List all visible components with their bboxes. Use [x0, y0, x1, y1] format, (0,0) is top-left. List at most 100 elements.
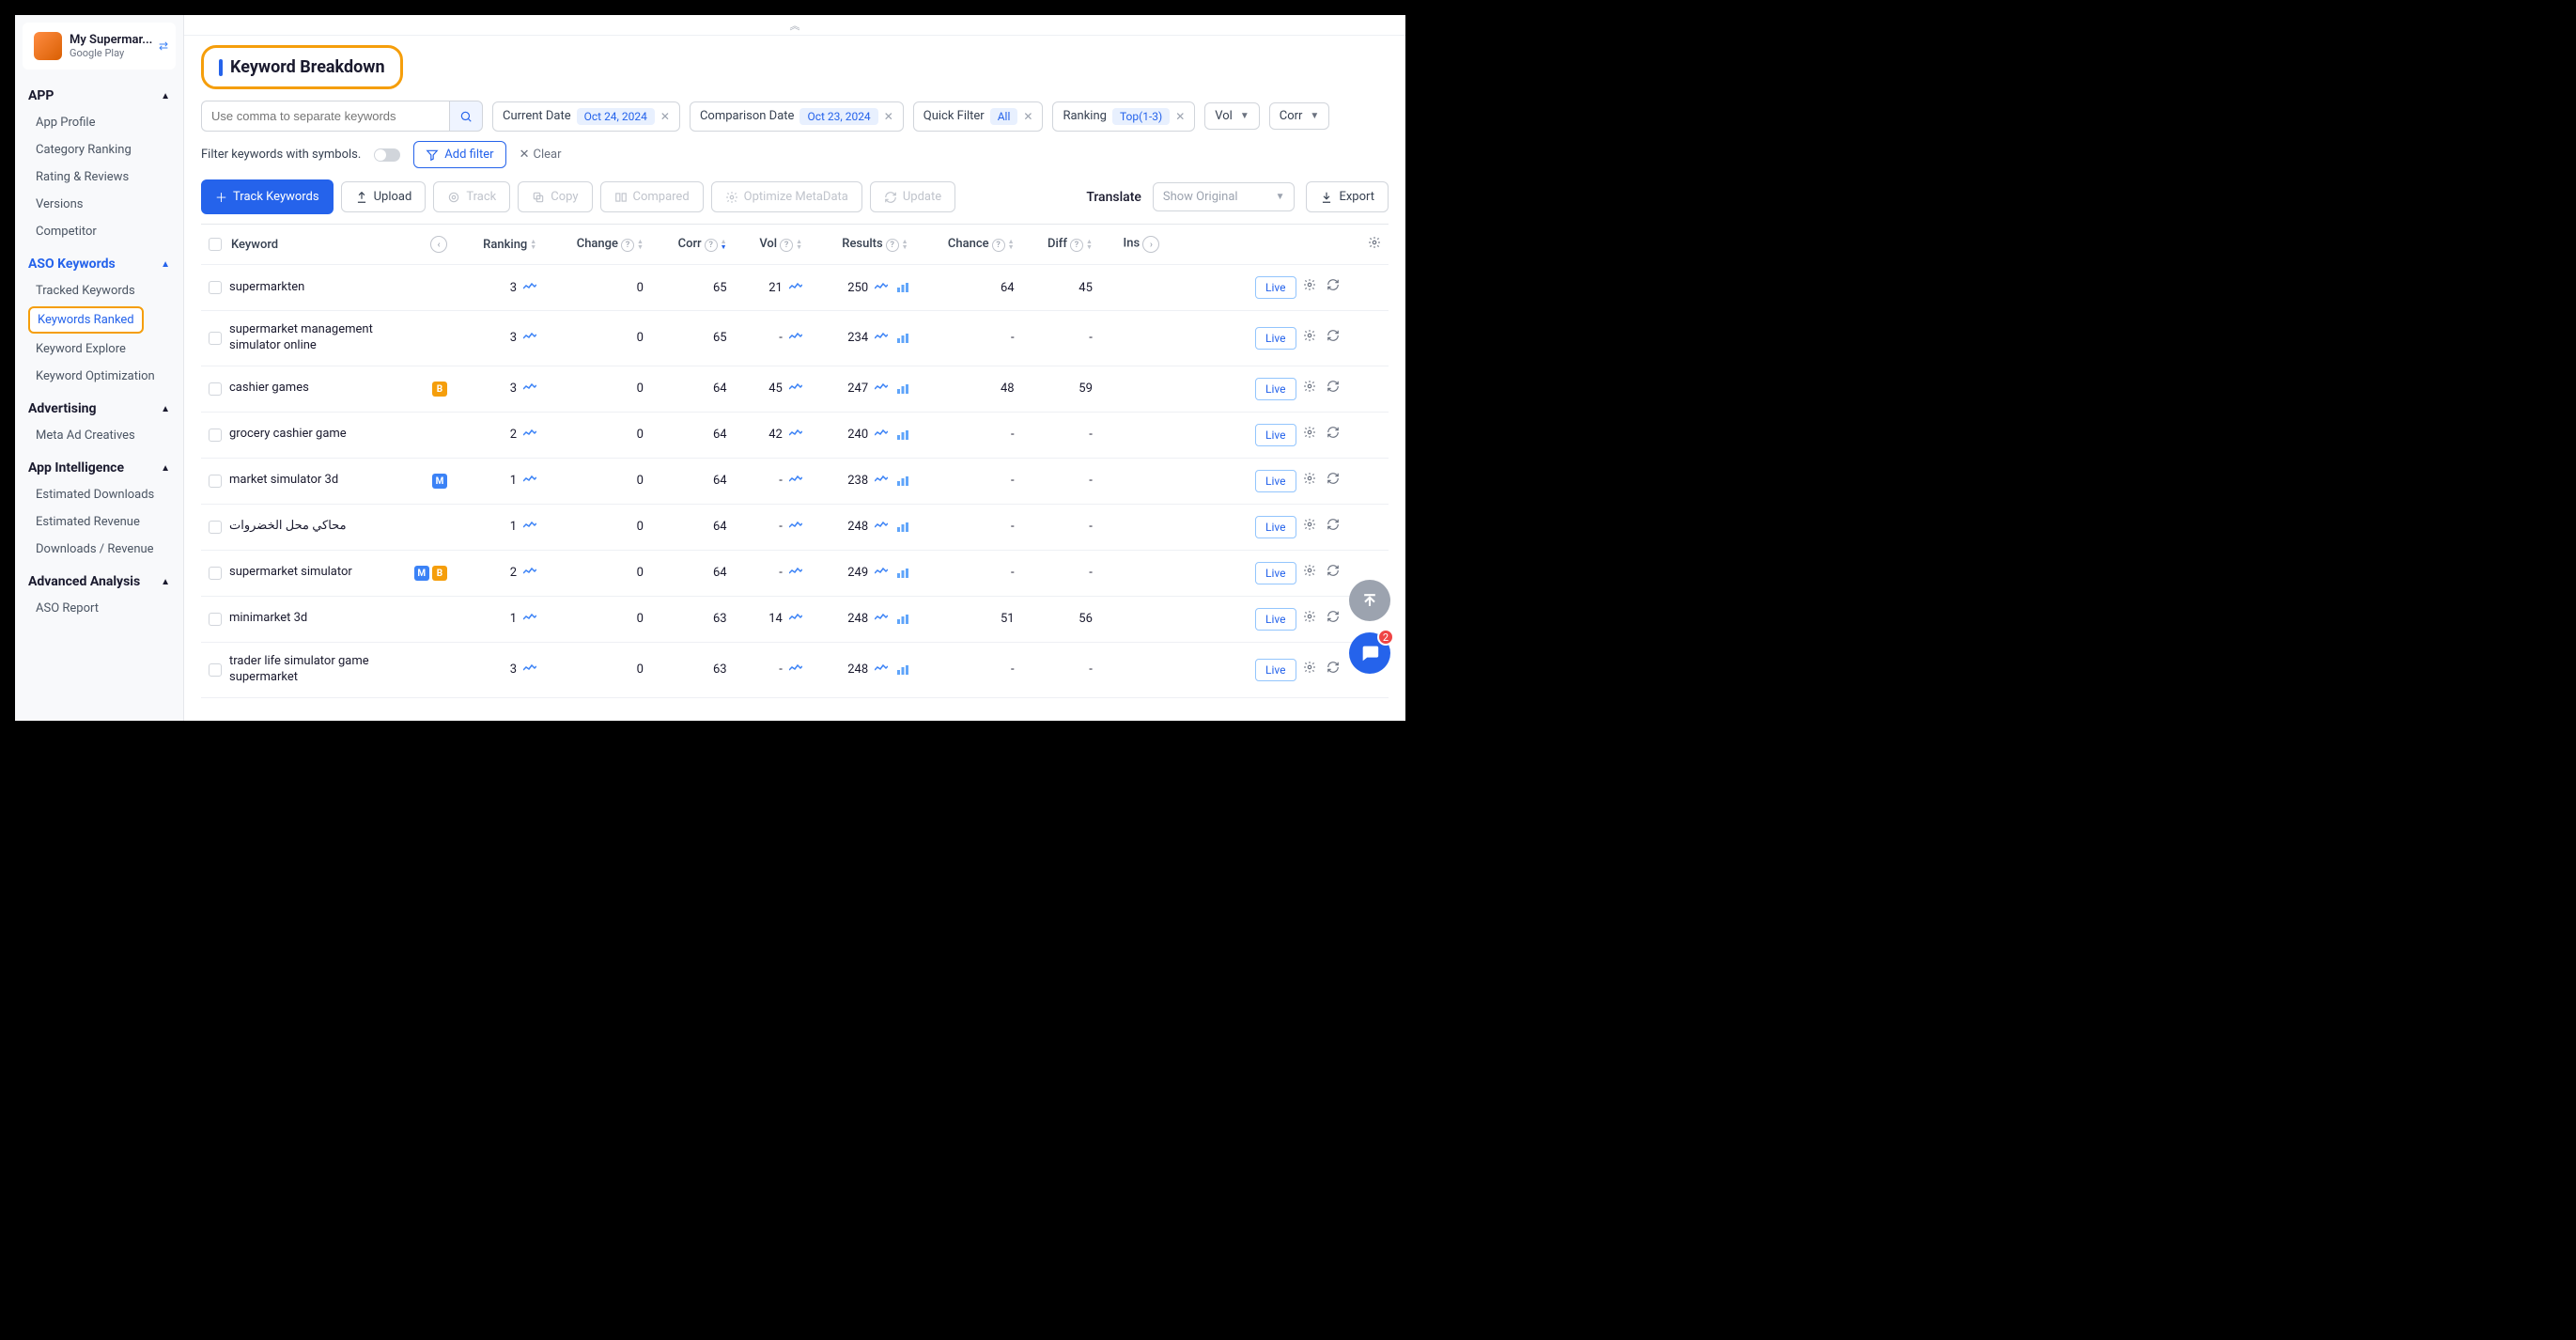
chat-button[interactable]: 2 [1349, 632, 1390, 674]
prev-page-icon[interactable]: ‹ [430, 236, 447, 253]
nav-item-app-profile[interactable]: App Profile [15, 109, 183, 136]
comparison-date-filter[interactable]: Comparison Date Oct 23, 2024 ✕ [690, 101, 904, 132]
track-button[interactable]: Track [433, 181, 510, 212]
cell-change: 0 [544, 311, 651, 366]
nav-item-keyword-optimization[interactable]: Keyword Optimization [15, 363, 183, 390]
row-refresh-icon[interactable] [1327, 520, 1340, 535]
row-settings-icon[interactable] [1303, 474, 1316, 489]
nav-item-downloads-/-revenue[interactable]: Downloads / Revenue [15, 536, 183, 563]
col-diff[interactable]: Diff?▲▼ [1022, 225, 1100, 265]
col-ranking[interactable]: Ranking▲▼ [455, 225, 544, 265]
row-refresh-icon[interactable] [1327, 474, 1340, 489]
nav-item-versions[interactable]: Versions [15, 191, 183, 218]
live-button[interactable]: Live [1255, 562, 1296, 584]
row-settings-icon[interactable] [1303, 520, 1316, 535]
close-icon[interactable]: ✕ [1175, 110, 1185, 123]
row-checkbox[interactable] [209, 663, 222, 677]
live-button[interactable]: Live [1255, 378, 1296, 400]
live-button[interactable]: Live [1255, 608, 1296, 631]
row-settings-icon[interactable] [1303, 331, 1316, 346]
close-icon[interactable]: ✕ [884, 110, 893, 123]
close-icon[interactable]: ✕ [660, 110, 670, 123]
nav-section-app[interactable]: APP▲ [15, 77, 183, 109]
ranking-filter[interactable]: Ranking Top(1-3) ✕ [1052, 101, 1195, 132]
row-checkbox[interactable] [209, 332, 222, 345]
add-filter-button[interactable]: Add filter [413, 141, 505, 168]
upload-button[interactable]: Upload [341, 181, 427, 212]
chevron-up-icon: ▲ [161, 463, 170, 474]
update-button[interactable]: Update [870, 181, 955, 212]
copy-button[interactable]: Copy [518, 181, 592, 212]
live-button[interactable]: Live [1255, 470, 1296, 492]
app-selector[interactable]: My Supermar... Google Play ⇄ [23, 23, 176, 70]
row-checkbox[interactable] [209, 382, 222, 396]
nav-item-aso-report[interactable]: ASO Report [15, 595, 183, 622]
row-refresh-icon[interactable] [1327, 566, 1340, 581]
live-button[interactable]: Live [1255, 424, 1296, 446]
quick-filter[interactable]: Quick Filter All ✕ [913, 101, 1044, 132]
translate-select[interactable]: Show Original ▼ [1153, 182, 1296, 211]
export-button[interactable]: Export [1306, 181, 1389, 212]
search-input[interactable] [201, 101, 449, 132]
row-refresh-icon[interactable] [1327, 428, 1340, 443]
cell-ranking: 3 [455, 311, 544, 366]
row-refresh-icon[interactable] [1327, 382, 1340, 397]
nav-item-meta-ad-creatives[interactable]: Meta Ad Creatives [15, 422, 183, 449]
nav-item-tracked-keywords[interactable]: Tracked Keywords [15, 277, 183, 304]
col-settings[interactable] [1351, 225, 1389, 265]
swap-icon[interactable]: ⇄ [159, 39, 168, 53]
live-button[interactable]: Live [1255, 327, 1296, 350]
row-refresh-icon[interactable] [1327, 280, 1340, 295]
current-date-filter[interactable]: Current Date Oct 24, 2024 ✕ [492, 101, 680, 132]
col-change[interactable]: Change?▲▼ [544, 225, 651, 265]
row-settings-icon[interactable] [1303, 566, 1316, 581]
row-settings-icon[interactable] [1303, 662, 1316, 678]
row-settings-icon[interactable] [1303, 428, 1316, 443]
compared-button[interactable]: Compared [600, 181, 704, 212]
live-button[interactable]: Live [1255, 516, 1296, 538]
col-keyword[interactable]: Keyword ‹ [201, 225, 455, 265]
nav-item-estimated-downloads[interactable]: Estimated Downloads [15, 481, 183, 508]
next-page-icon[interactable]: › [1142, 236, 1159, 253]
col-chance[interactable]: Chance?▲▼ [916, 225, 1022, 265]
nav-section-advertising[interactable]: Advertising▲ [15, 390, 183, 422]
nav-item-category-ranking[interactable]: Category Ranking [15, 136, 183, 164]
cell-results: 250 [810, 265, 916, 311]
select-all-checkbox[interactable] [209, 238, 222, 251]
row-checkbox[interactable] [209, 281, 222, 294]
col-ins[interactable]: Ins › [1100, 225, 1167, 265]
row-settings-icon[interactable] [1303, 612, 1316, 627]
track-keywords-button[interactable]: ＋ Track Keywords [201, 179, 334, 214]
close-icon[interactable]: ✕ [1023, 110, 1032, 123]
nav-section-advanced-analysis[interactable]: Advanced Analysis▲ [15, 563, 183, 595]
row-checkbox[interactable] [209, 475, 222, 488]
optimize-button[interactable]: Optimize MetaData [711, 181, 862, 212]
scroll-top-button[interactable] [1349, 580, 1390, 621]
row-checkbox[interactable] [209, 613, 222, 626]
live-button[interactable]: Live [1255, 659, 1296, 681]
row-checkbox[interactable] [209, 567, 222, 580]
nav-item-rating-&-reviews[interactable]: Rating & Reviews [15, 164, 183, 191]
row-settings-icon[interactable] [1303, 280, 1316, 295]
clear-button[interactable]: ✕ Clear [520, 148, 562, 162]
nav-section-aso-keywords[interactable]: ASO Keywords▲ [15, 245, 183, 277]
row-checkbox[interactable] [209, 428, 222, 442]
symbol-filter-toggle[interactable] [374, 148, 400, 162]
row-refresh-icon[interactable] [1327, 331, 1340, 346]
nav-item-keyword-explore[interactable]: Keyword Explore [15, 335, 183, 363]
nav-section-app-intelligence[interactable]: App Intelligence▲ [15, 449, 183, 481]
corr-filter[interactable]: Corr ▼ [1269, 102, 1330, 130]
row-refresh-icon[interactable] [1327, 612, 1340, 627]
live-button[interactable]: Live [1255, 276, 1296, 299]
row-refresh-icon[interactable] [1327, 662, 1340, 678]
collapse-bar[interactable]: ︽ [184, 15, 1405, 36]
row-checkbox[interactable] [209, 521, 222, 534]
col-results[interactable]: Results?▲▼ [810, 225, 916, 265]
vol-filter[interactable]: Vol ▼ [1204, 102, 1259, 130]
col-corr[interactable]: Corr?▲▼ [651, 225, 735, 265]
row-settings-icon[interactable] [1303, 382, 1316, 397]
search-button[interactable] [449, 101, 483, 132]
nav-item-estimated-revenue[interactable]: Estimated Revenue [15, 508, 183, 536]
nav-item-competitor[interactable]: Competitor [15, 218, 183, 245]
nav-item-keywords-ranked[interactable]: Keywords Ranked [28, 306, 144, 334]
